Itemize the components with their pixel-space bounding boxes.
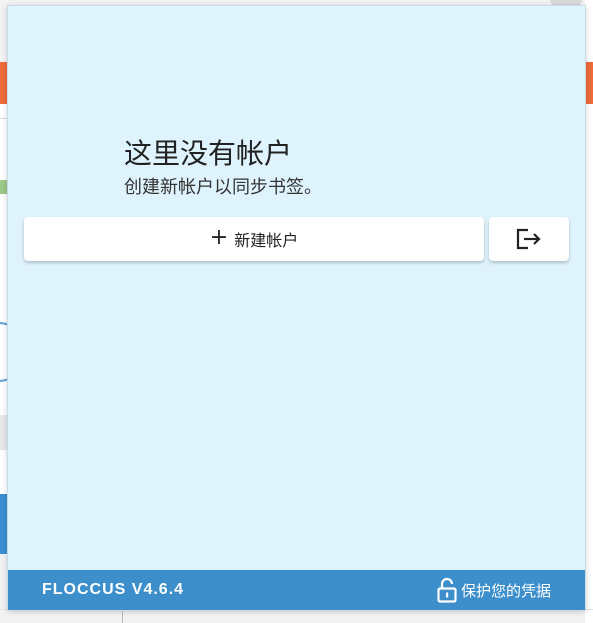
secure-credentials-label: 保护您的凭据 <box>460 581 551 600</box>
background-tick <box>122 610 123 623</box>
secure-credentials-link[interactable]: 保护您的凭据 <box>437 570 551 610</box>
background-page-left <box>0 104 8 524</box>
empty-state-title: 这里没有帐户 <box>124 137 293 170</box>
import-export-button[interactable] <box>489 217 569 261</box>
floccus-popup: 这里没有帐户 创建新帐户以同步书签。 + 新建帐户 FLOCCUS V4.6.4… <box>8 6 585 610</box>
version-label: FLOCCUS V4.6.4 <box>42 581 185 598</box>
empty-state-subtitle: 创建新帐户以同步书签。 <box>124 177 322 198</box>
background-page-green-mark <box>0 180 8 194</box>
plus-icon: + <box>209 225 229 250</box>
popup-footer: FLOCCUS V4.6.4 保护您的凭据 <box>8 570 585 610</box>
new-account-label: 新建帐户 <box>234 231 299 250</box>
background-page-blue-bar <box>0 494 8 554</box>
logout-arrow-icon <box>516 228 541 250</box>
unlocked-padlock-icon <box>437 577 457 603</box>
background-page-band <box>0 415 8 450</box>
background-divider <box>0 118 8 119</box>
background-page-banner-right <box>585 62 593 104</box>
background-page-banner-left <box>0 62 8 104</box>
new-account-button[interactable]: + 新建帐户 <box>24 217 484 261</box>
screen: 这里没有帐户 创建新帐户以同步书签。 + 新建帐户 FLOCCUS V4.6.4… <box>0 0 593 623</box>
